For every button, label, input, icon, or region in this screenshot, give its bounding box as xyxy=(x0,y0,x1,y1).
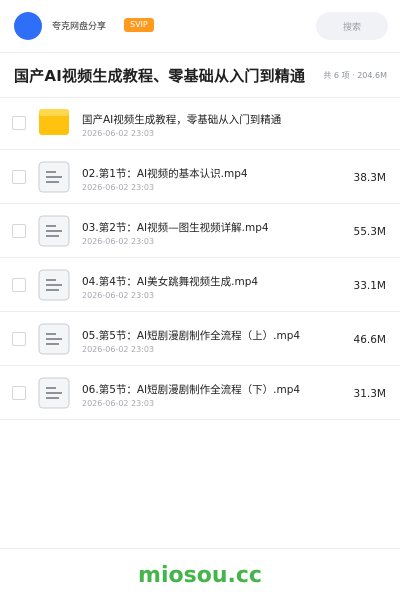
avatar[interactable] xyxy=(14,12,42,40)
file-name: 06.第5节：AI短剧漫剧制作全流程（下）.mp4 xyxy=(82,384,301,396)
file-name: 03.第2节：AI视频—图生视频详解.mp4 xyxy=(82,222,269,234)
list-item[interactable]: 06.第5节：AI短剧漫剧制作全流程（下）.mp4 2026-06-02 23:… xyxy=(0,366,400,420)
file-name: 国产AI视频生成教程，零基础从入门到精通 xyxy=(82,114,282,126)
file-icon xyxy=(38,161,70,193)
checkbox[interactable] xyxy=(12,224,26,238)
file-icon xyxy=(38,269,70,301)
list-item[interactable]: 国产AI视频生成教程，零基础从入门到精通 2026-06-02 23:03 xyxy=(0,96,400,150)
uploader-name[interactable]: 夸克网盘分享 xyxy=(52,19,106,32)
top-bar: 夸克网盘分享 SVIP 搜索 xyxy=(0,0,400,53)
page-title: 国产AI视频生成教程、零基础从入门到精通 xyxy=(14,67,306,85)
list-item[interactable]: 05.第5节：AI短剧漫剧制作全流程（上）.mp4 2026-06-02 23:… xyxy=(0,312,400,366)
file-name: 02.第1节：AI视频的基本认识.mp4 xyxy=(82,168,248,180)
svip-badge: SVIP xyxy=(124,18,154,32)
file-name: 05.第5节：AI短剧漫剧制作全流程（上）.mp4 xyxy=(82,330,301,342)
checkbox[interactable] xyxy=(12,116,26,130)
watermark-text: miosou.cc xyxy=(138,563,262,588)
file-icon xyxy=(38,323,70,355)
file-date: 2026-06-02 23:03 xyxy=(82,129,155,138)
file-date: 2026-06-02 23:03 xyxy=(82,291,155,300)
list-item[interactable]: 03.第2节：AI视频—图生视频详解.mp4 2026-06-02 23:03 … xyxy=(0,204,400,258)
list-item[interactable]: 02.第1节：AI视频的基本认识.mp4 2026-06-02 23:03 38… xyxy=(0,150,400,204)
checkbox[interactable] xyxy=(12,332,26,346)
file-list: 国产AI视频生成教程，零基础从入门到精通 2026-06-02 23:03 02… xyxy=(0,96,400,420)
file-size: 33.1M xyxy=(353,280,386,292)
footer: miosou.cc xyxy=(0,548,400,601)
folder-meta: 共 6 项 · 204.6M xyxy=(323,71,387,80)
list-item[interactable]: 04.第4节：AI美女跳舞视频生成.mp4 2026-06-02 23:03 3… xyxy=(0,258,400,312)
checkbox[interactable] xyxy=(12,278,26,292)
file-size: 55.3M xyxy=(353,226,386,238)
folder-icon xyxy=(39,109,69,135)
file-name: 04.第4节：AI美女跳舞视频生成.mp4 xyxy=(82,276,259,288)
checkbox[interactable] xyxy=(12,386,26,400)
file-size: 31.3M xyxy=(353,388,386,400)
folder-header: 国产AI视频生成教程、零基础从入门到精通 共 6 项 · 204.6M xyxy=(0,53,400,98)
file-icon xyxy=(38,377,70,409)
file-date: 2026-06-02 23:03 xyxy=(82,237,155,246)
search-button[interactable]: 搜索 xyxy=(316,12,388,40)
file-icon xyxy=(38,215,70,247)
file-date: 2026-06-02 23:03 xyxy=(82,183,155,192)
file-date: 2026-06-02 23:03 xyxy=(82,345,155,354)
checkbox[interactable] xyxy=(12,170,26,184)
file-size: 46.6M xyxy=(353,334,386,346)
file-date: 2026-06-02 23:03 xyxy=(82,399,155,408)
file-size: 38.3M xyxy=(353,172,386,184)
